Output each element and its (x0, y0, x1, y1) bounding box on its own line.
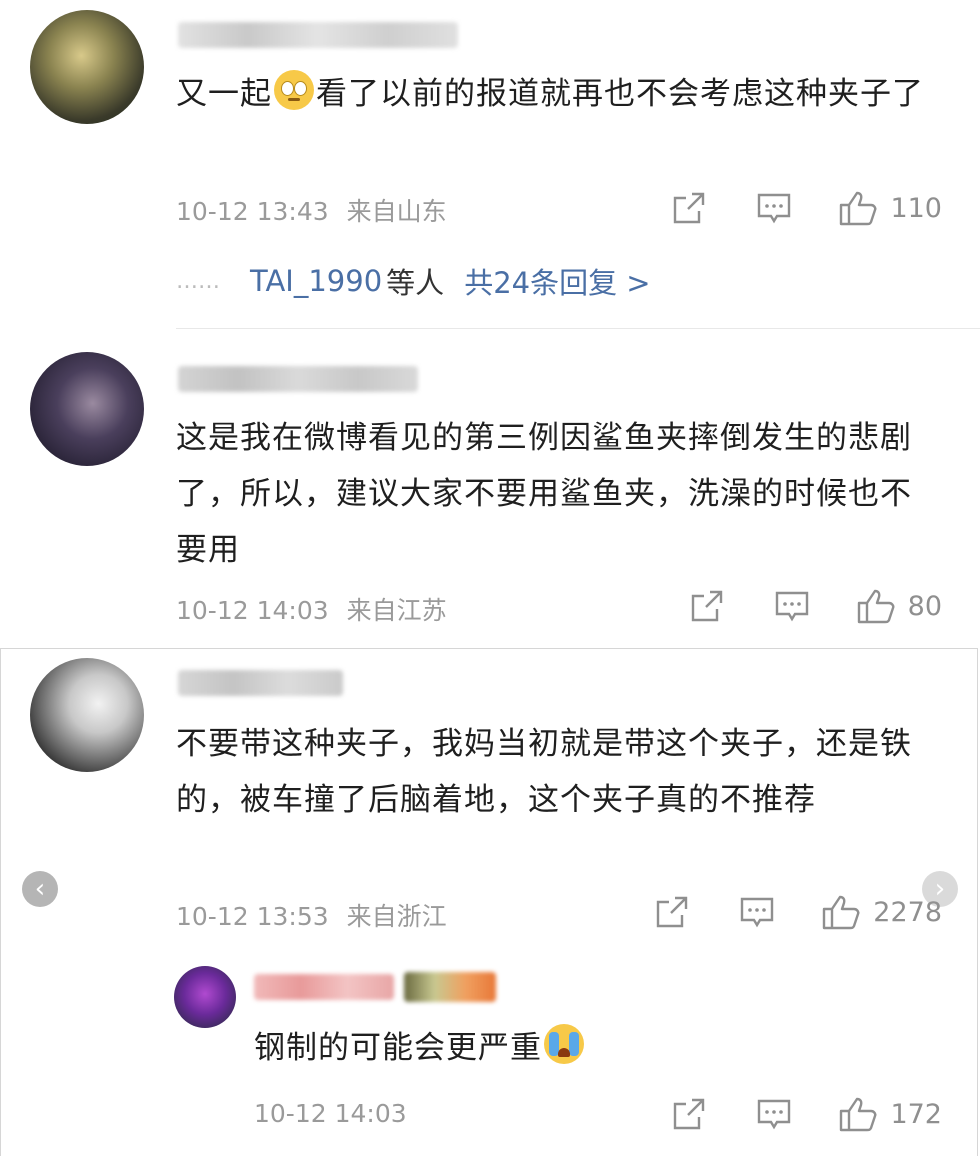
comment-time: 10-12 14:03 (176, 596, 329, 625)
comment-actions: 110 (672, 190, 942, 226)
comment-location: 来自江苏 (346, 596, 447, 625)
comment-button[interactable] (756, 191, 792, 225)
divider (176, 328, 980, 329)
user-badge-blurred (404, 972, 496, 1002)
share-icon (657, 896, 688, 928)
like-count: 110 (890, 192, 942, 224)
like-count: 172 (890, 1098, 942, 1130)
comment-icon (758, 193, 791, 224)
like-count: 80 (907, 590, 942, 622)
comment-text-part: 又一起 (176, 76, 272, 112)
share-button[interactable] (672, 191, 706, 225)
comment-location: 来自山东 (346, 197, 447, 226)
thumbs-up-icon (840, 1097, 877, 1132)
reply-user-link[interactable]: TAI_1990 (250, 264, 382, 298)
username-blurred[interactable] (178, 366, 418, 392)
share-button[interactable] (672, 1097, 706, 1131)
username-blurred[interactable] (178, 670, 343, 696)
comment-text-part: 看了以前的报道就再也不会考虑这种夹子了 (316, 76, 924, 112)
reply-text: 钢制的可能会更严重 (254, 1020, 586, 1076)
crying-emoji-icon (544, 1024, 584, 1064)
like-button[interactable]: 2278 (821, 894, 942, 930)
like-button[interactable]: 172 (838, 1096, 942, 1132)
comment-actions: 2278 (655, 894, 942, 930)
like-button[interactable]: 110 (838, 190, 942, 226)
avatar[interactable] (30, 352, 144, 466)
comment-button[interactable] (739, 895, 775, 929)
reply-thread-link[interactable]: …… TAI_1990 等人 共24条回复 > (176, 260, 651, 302)
reply-text-content: 钢制的可能会更严重 (254, 1030, 542, 1066)
comment-time: 10-12 13:53 (176, 902, 329, 931)
like-button[interactable]: 80 (856, 588, 942, 624)
reply-count-link[interactable]: 共24条回复 > (464, 260, 650, 302)
reply-dots: …… (176, 268, 220, 294)
avatar[interactable] (174, 966, 236, 1028)
comment-text: 又一起 看了以前的报道就再也不会考虑这种夹子了 (176, 66, 936, 122)
reply-actions: 172 (672, 1096, 942, 1132)
comment-actions: 80 (690, 588, 942, 624)
rolling-eyes-emoji-icon (274, 70, 314, 110)
share-icon (674, 192, 705, 224)
comment-text: 这是我在微博看见的第三例因鲨鱼夹摔倒发生的悲剧了，所以，建议大家不要用鲨鱼夹，洗… (176, 420, 912, 568)
comment-icon (741, 897, 774, 928)
reply-meta: 10-12 14:03 (254, 1099, 407, 1128)
comment-meta: 10-12 13:43 来自山东 (176, 192, 447, 228)
share-icon (691, 590, 722, 622)
reply-etc-text: 等人 (386, 266, 445, 300)
username-blurred[interactable] (178, 22, 458, 48)
comment-text: 不要带这种夹子，我妈当初就是带这个夹子，还是铁的，被车撞了后脑着地，这个夹子真的… (176, 726, 912, 818)
thumbs-up-icon (823, 895, 860, 930)
share-button[interactable] (690, 589, 724, 623)
thumbs-up-icon (857, 589, 895, 624)
thumbs-up-icon (840, 191, 877, 226)
comment-icon (758, 1099, 791, 1130)
avatar[interactable] (30, 658, 144, 772)
next-arrow-button[interactable]: › (922, 871, 958, 907)
comment-meta: 10-12 14:03 来自江苏 (176, 591, 447, 627)
comment-button[interactable] (756, 1097, 792, 1131)
username-blurred[interactable] (254, 974, 394, 1000)
share-button[interactable] (655, 895, 689, 929)
comment-location: 来自浙江 (346, 902, 447, 931)
comment-meta: 10-12 13:53 来自浙江 (176, 897, 447, 933)
comment-icon (775, 591, 808, 622)
prev-arrow-button[interactable]: ‹ (22, 871, 58, 907)
comment-time: 10-12 13:43 (176, 197, 329, 226)
share-icon (674, 1098, 705, 1130)
comment-button[interactable] (774, 589, 810, 623)
reply-time: 10-12 14:03 (254, 1099, 407, 1128)
avatar[interactable] (30, 10, 144, 124)
